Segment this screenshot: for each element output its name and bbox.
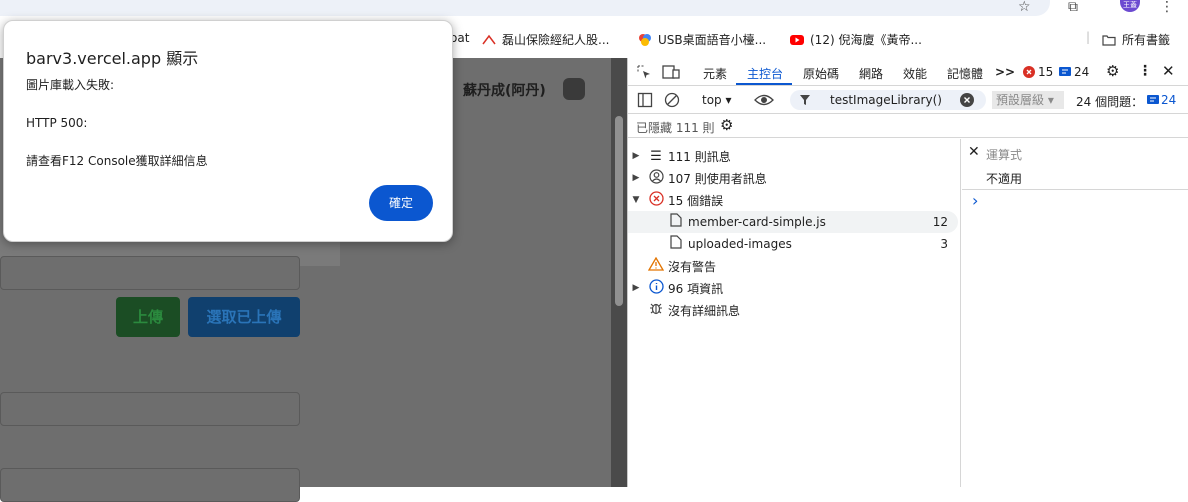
message-badge[interactable]: 24 [1059,65,1089,79]
divider [962,189,1188,190]
tab-console[interactable]: 主控台 [747,65,783,82]
close-icon[interactable]: ✕ [1162,62,1175,80]
sidebar-item-file[interactable]: uploaded-images 3 [628,233,958,255]
close-expression-icon[interactable]: ✕ [968,144,980,160]
address-bar[interactable] [0,0,1050,16]
console-sidebar: ▶ ☰ 111 則訊息 ▶ 107 則使用者訊息 ▼ 15 個錯誤 member… [628,139,961,487]
menu-icon[interactable]: ⋮ [1160,0,1174,14]
sidebar-item-messages[interactable]: ▶ ☰ 111 則訊息 [628,145,958,167]
clear-filter-icon[interactable] [960,93,974,107]
expand-arrow-icon[interactable]: ▶ [628,173,644,183]
all-bookmarks[interactable]: 所有書籤 [1102,31,1170,48]
expand-arrow-icon[interactable]: ▶ [628,283,644,293]
bookmark-item[interactable]: (12) 倪海廈《黃帝... [790,31,922,48]
console-toolbar: top ▾ testImageLibrary() 預設層級 ▾ 24 個問題： … [628,86,1188,114]
sidebar-item-file[interactable]: member-card-simple.js 12 [628,211,958,233]
expression-value: 不適用 [986,172,1023,186]
user-name: 蘇丹成(阿丹) [463,83,546,99]
devtools-tabs: 元素 主控台 原始碼 網路 效能 記憶體 >> 15 24 ⚙ ⋮ ✕ [628,58,1188,86]
upload-button[interactable]: 上傳 [116,297,180,337]
warning-icon [644,256,668,275]
avatar [563,78,585,100]
error-badge[interactable]: 15 [1023,65,1053,79]
star-icon[interactable]: ☆ [1018,0,1031,14]
input-field[interactable] [0,256,300,290]
hidden-count: 已隱藏 111 則 [636,121,715,135]
bookmark-icon [482,34,496,44]
collapse-arrow-icon[interactable]: ▼ [628,195,644,205]
filter-icon [800,95,810,105]
sidebar-item-info[interactable]: ▶ 96 項資訊 [628,277,958,299]
sidebar-item-verbose[interactable]: 沒有詳細訊息 [628,299,958,321]
tab-network[interactable]: 網路 [859,65,883,82]
error-icon [644,190,668,210]
context-select[interactable]: top ▾ [702,93,732,107]
tab-performance[interactable]: 效能 [903,65,927,82]
bookmarks-divider: | [1086,30,1091,44]
message-icon [1147,95,1159,104]
profile-avatar[interactable]: 王蓋 [1120,0,1140,12]
alert-dialog: barv3.vercel.app 顯示 圖片庫載入失敗: HTTP 500: 請… [3,20,453,242]
browser-topbar: ☆ ⧉ 王蓋 ⋮ [0,0,1188,20]
settings-gear-icon[interactable]: ⚙ [1106,62,1119,80]
console-settings-gear-icon[interactable]: ⚙ [720,116,733,134]
tab-memory[interactable]: 記憶體 [947,65,983,82]
live-expression-panel: ✕ 運算式 不適用 › [962,139,1188,487]
extensions-icon[interactable]: ⧉ [1068,0,1078,14]
expand-arrow-icon[interactable]: ▶ [628,151,644,161]
hidden-messages-row: 已隱藏 111 則 ⚙ [628,114,1188,138]
dialog-message: 圖片庫載入失敗: HTTP 500: 請查看F12 Console獲取詳細信息 [26,78,208,168]
sidebar-toggle-icon[interactable] [637,92,653,108]
more-options-icon[interactable]: ⋮ [1138,63,1152,79]
bookmark-icon [639,33,651,46]
tab-elements[interactable]: 元素 [703,65,727,82]
devtools-panel: 元素 主控台 原始碼 網路 效能 記憶體 >> 15 24 ⚙ ⋮ ✕ top … [627,58,1188,487]
info-icon [644,278,668,298]
input-field[interactable] [0,392,300,426]
user-icon [644,168,668,188]
inspect-icon[interactable] [636,64,652,80]
filter-input[interactable]: testImageLibrary() [790,90,986,110]
tab-sources[interactable]: 原始碼 [803,65,839,82]
file-icon [664,213,688,231]
active-tab-indicator [736,83,792,85]
device-toolbar-icon[interactable] [662,64,680,80]
list-icon: ☰ [650,148,662,164]
youtube-icon [790,34,804,45]
sidebar-item-errors[interactable]: ▼ 15 個錯誤 [628,189,958,211]
ok-button[interactable]: 確定 [369,185,433,221]
console-prompt[interactable]: › [972,191,978,210]
issues-badge[interactable]: 24 [1147,93,1176,107]
message-icon [1059,67,1071,76]
scrollbar-thumb[interactable] [615,116,623,306]
bookmark-item[interactable]: 磊山保險經紀人股... [482,31,609,48]
error-icon [1023,66,1035,78]
folder-icon [1102,34,1116,46]
more-tabs-button[interactable]: >> [995,65,1015,79]
clear-console-icon[interactable] [664,92,680,108]
expression-label[interactable]: 運算式 [986,146,1022,163]
bug-icon [644,301,668,319]
eye-icon[interactable] [754,93,774,107]
input-field[interactable] [0,468,300,502]
file-icon [664,235,688,253]
issues-label[interactable]: 24 個問題： [1076,93,1143,110]
dialog-title: barv3.vercel.app 顯示 [26,49,199,68]
bookmark-item[interactable]: USB桌面語音小檯... [638,31,766,48]
sidebar-item-warnings[interactable]: 沒有警告 [628,255,958,277]
select-uploaded-button[interactable]: 選取已上傳 [188,297,300,337]
sidebar-item-user-messages[interactable]: ▶ 107 則使用者訊息 [628,167,958,189]
log-levels-select[interactable]: 預設層級 ▾ [992,91,1064,109]
